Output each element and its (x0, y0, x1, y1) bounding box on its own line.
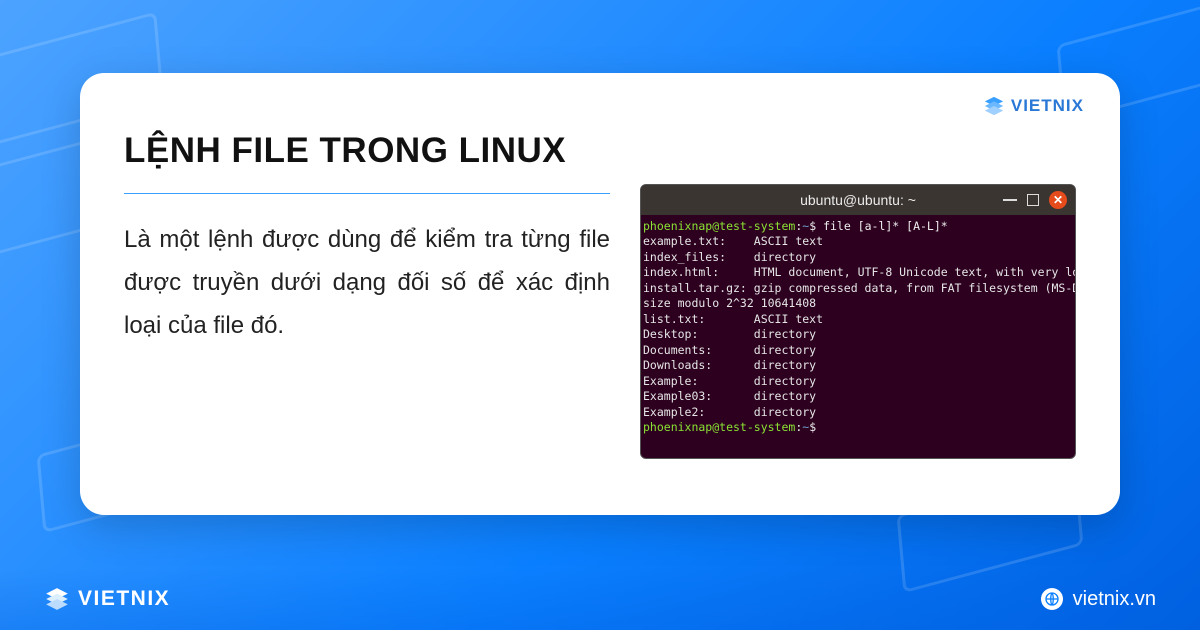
terminal-output-line: Documents: directory (643, 343, 1073, 359)
brand-url-text: vietnix.vn (1073, 588, 1156, 611)
content-card: VIETNIX LỆNH FILE TRONG LINUX Là một lện… (80, 73, 1120, 515)
minimize-button[interactable] (1003, 199, 1017, 201)
terminal-output-line: size modulo 2^32 10641408 (643, 296, 1073, 312)
terminal-title: ubuntu@ubuntu: ~ (800, 192, 916, 208)
brand-logo-top: VIETNIX (983, 95, 1084, 117)
terminal-output-line: list.txt: ASCII text (643, 312, 1073, 328)
stack-icon (44, 586, 70, 612)
stack-icon (983, 95, 1005, 117)
terminal-output-line: Example2: directory (643, 405, 1073, 421)
terminal-prompt-line: phoenixnap@test-system:~$ file [a-l]* [A… (643, 219, 1073, 235)
page-footer: VIETNIX vietnix.vn (0, 568, 1200, 630)
terminal-output-line: install.tar.gz: gzip compressed data, fr… (643, 281, 1073, 297)
terminal-window: ubuntu@ubuntu: ~ ✕ phoenixnap@test-syste… (640, 184, 1076, 459)
page-title: LỆNH FILE TRONG LINUX (124, 131, 610, 171)
window-controls: ✕ (1003, 191, 1067, 209)
terminal-output-line: Example: directory (643, 374, 1073, 390)
terminal-output-line: example.txt: ASCII text (643, 234, 1073, 250)
close-button[interactable]: ✕ (1049, 191, 1067, 209)
text-column: LỆNH FILE TRONG LINUX Là một lệnh được d… (124, 113, 610, 479)
terminal-titlebar: ubuntu@ubuntu: ~ ✕ (641, 185, 1075, 215)
terminal-output-line: Desktop: directory (643, 327, 1073, 343)
close-icon: ✕ (1053, 193, 1063, 207)
brand-url: vietnix.vn (1041, 588, 1156, 611)
terminal-output-line: index.html: HTML document, UTF-8 Unicode… (643, 265, 1073, 281)
terminal-output-line: Downloads: directory (643, 358, 1073, 374)
terminal-output-line: index_files: directory (643, 250, 1073, 266)
globe-icon (1041, 588, 1063, 610)
brand-name-top: VIETNIX (1011, 96, 1084, 116)
brand-name-bottom: VIETNIX (78, 587, 170, 611)
terminal-output-line: Example03: directory (643, 389, 1073, 405)
terminal-body: phoenixnap@test-system:~$ file [a-l]* [A… (641, 215, 1075, 440)
terminal-final-prompt: phoenixnap@test-system:~$ (643, 420, 1073, 436)
title-divider (124, 193, 610, 194)
description-text: Là một lệnh được dùng để kiểm tra từng f… (124, 218, 610, 348)
brand-logo-bottom: VIETNIX (44, 586, 170, 612)
maximize-button[interactable] (1027, 194, 1039, 206)
